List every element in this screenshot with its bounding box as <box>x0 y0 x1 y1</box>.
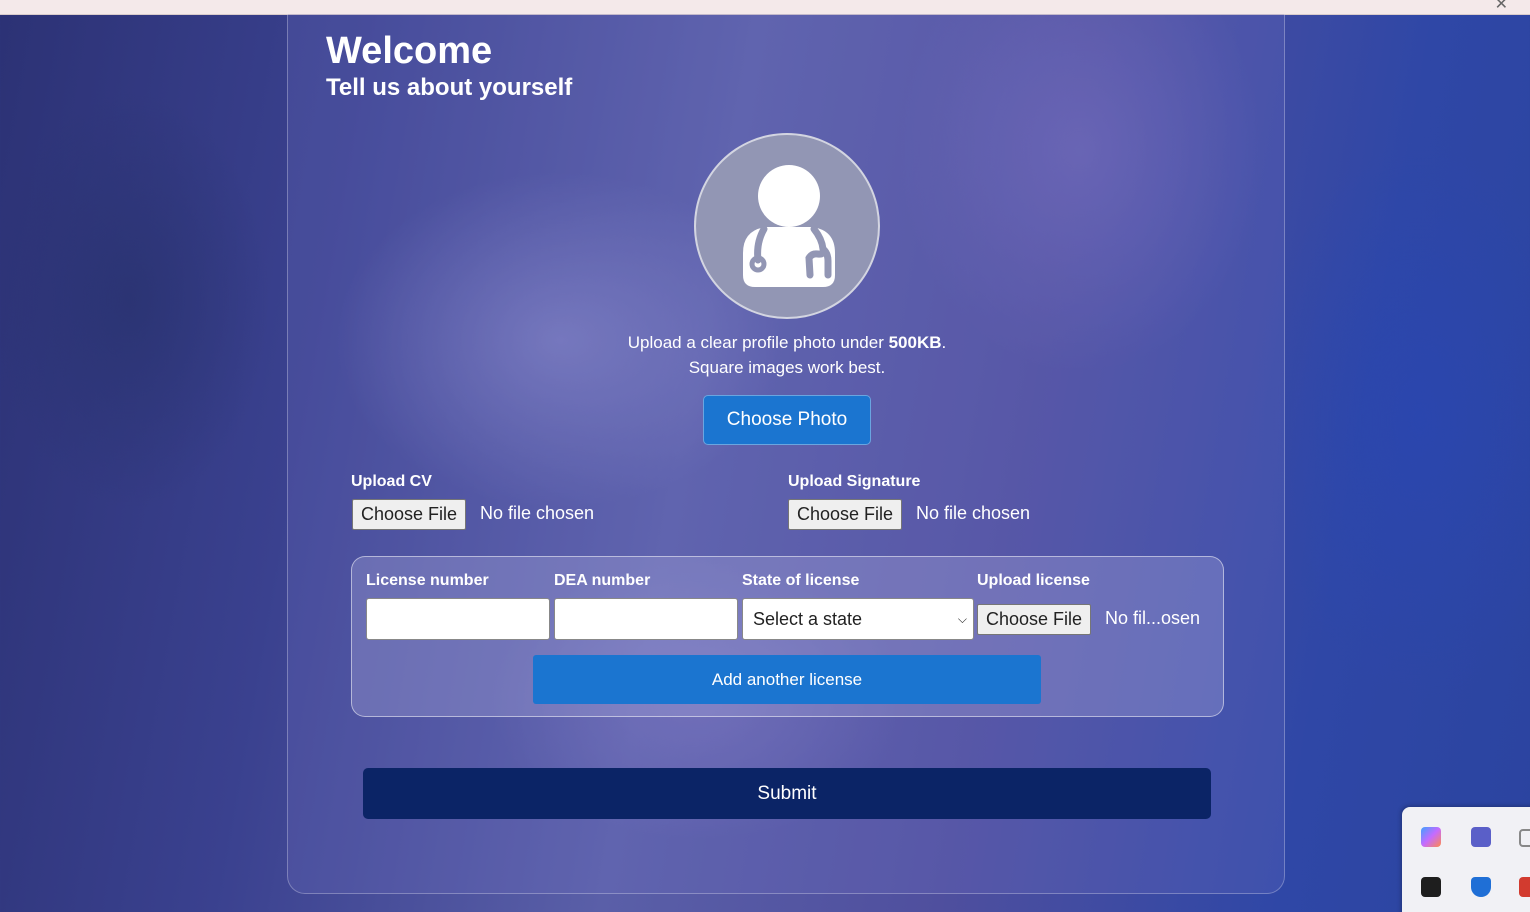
doctor-avatar-icon[interactable] <box>694 133 880 319</box>
signature-choose-file-button[interactable]: Choose File <box>788 499 903 530</box>
state-select[interactable]: Select a state ⌵ <box>742 598 974 640</box>
copilot-icon[interactable] <box>1421 827 1441 847</box>
photo-upload-hint: Upload a clear profile photo under 500KB… <box>288 330 1286 380</box>
nvidia-icon[interactable] <box>1421 877 1441 897</box>
choose-photo-button[interactable]: Choose Photo <box>703 395 871 445</box>
window-icon[interactable] <box>1519 829 1530 847</box>
dea-number-input[interactable] <box>554 598 738 640</box>
onboarding-card: Welcome Tell us about yourself Upload a … <box>287 14 1285 894</box>
upload-signature-label: Upload Signature <box>788 473 921 490</box>
submit-button[interactable]: Submit <box>363 768 1211 819</box>
license-section: License number DEA number State of licen… <box>351 556 1224 717</box>
page-title: Welcome <box>326 30 493 72</box>
license-number-label: License number <box>366 572 489 589</box>
close-icon[interactable]: ✕ <box>1495 0 1508 14</box>
system-tray-flyout <box>1402 807 1530 912</box>
photo-hint-line2: Square images work best. <box>688 358 886 377</box>
state-of-license-label: State of license <box>742 572 860 589</box>
browser-notification-bar: ✕ <box>0 0 1530 15</box>
chevron-down-icon: ⌵ <box>957 612 967 626</box>
app-icon[interactable] <box>1519 877 1530 897</box>
state-select-value: Select a state <box>753 609 863 629</box>
add-another-license-button[interactable]: Add another license <box>533 655 1041 704</box>
cv-choose-file-button[interactable]: Choose File <box>352 499 467 530</box>
cv-file-status: No file chosen <box>480 503 595 523</box>
photo-size-limit: 500KB <box>888 333 942 352</box>
teams-icon[interactable] <box>1471 827 1491 847</box>
upload-cv-label: Upload CV <box>351 473 432 490</box>
signature-file-status: No file chosen <box>916 503 1031 523</box>
license-choose-file-button[interactable]: Choose File <box>977 604 1092 635</box>
dea-number-label: DEA number <box>554 572 651 589</box>
photo-hint-text: Upload a clear profile photo under <box>627 333 889 352</box>
photo-hint-period: . <box>941 333 947 352</box>
security-shield-icon[interactable] <box>1471 877 1491 897</box>
license-file-status: No fil...osen <box>1105 608 1201 628</box>
license-number-input[interactable] <box>366 598 550 640</box>
page-subtitle: Tell us about yourself <box>326 74 573 101</box>
upload-license-label: Upload license <box>977 572 1090 589</box>
